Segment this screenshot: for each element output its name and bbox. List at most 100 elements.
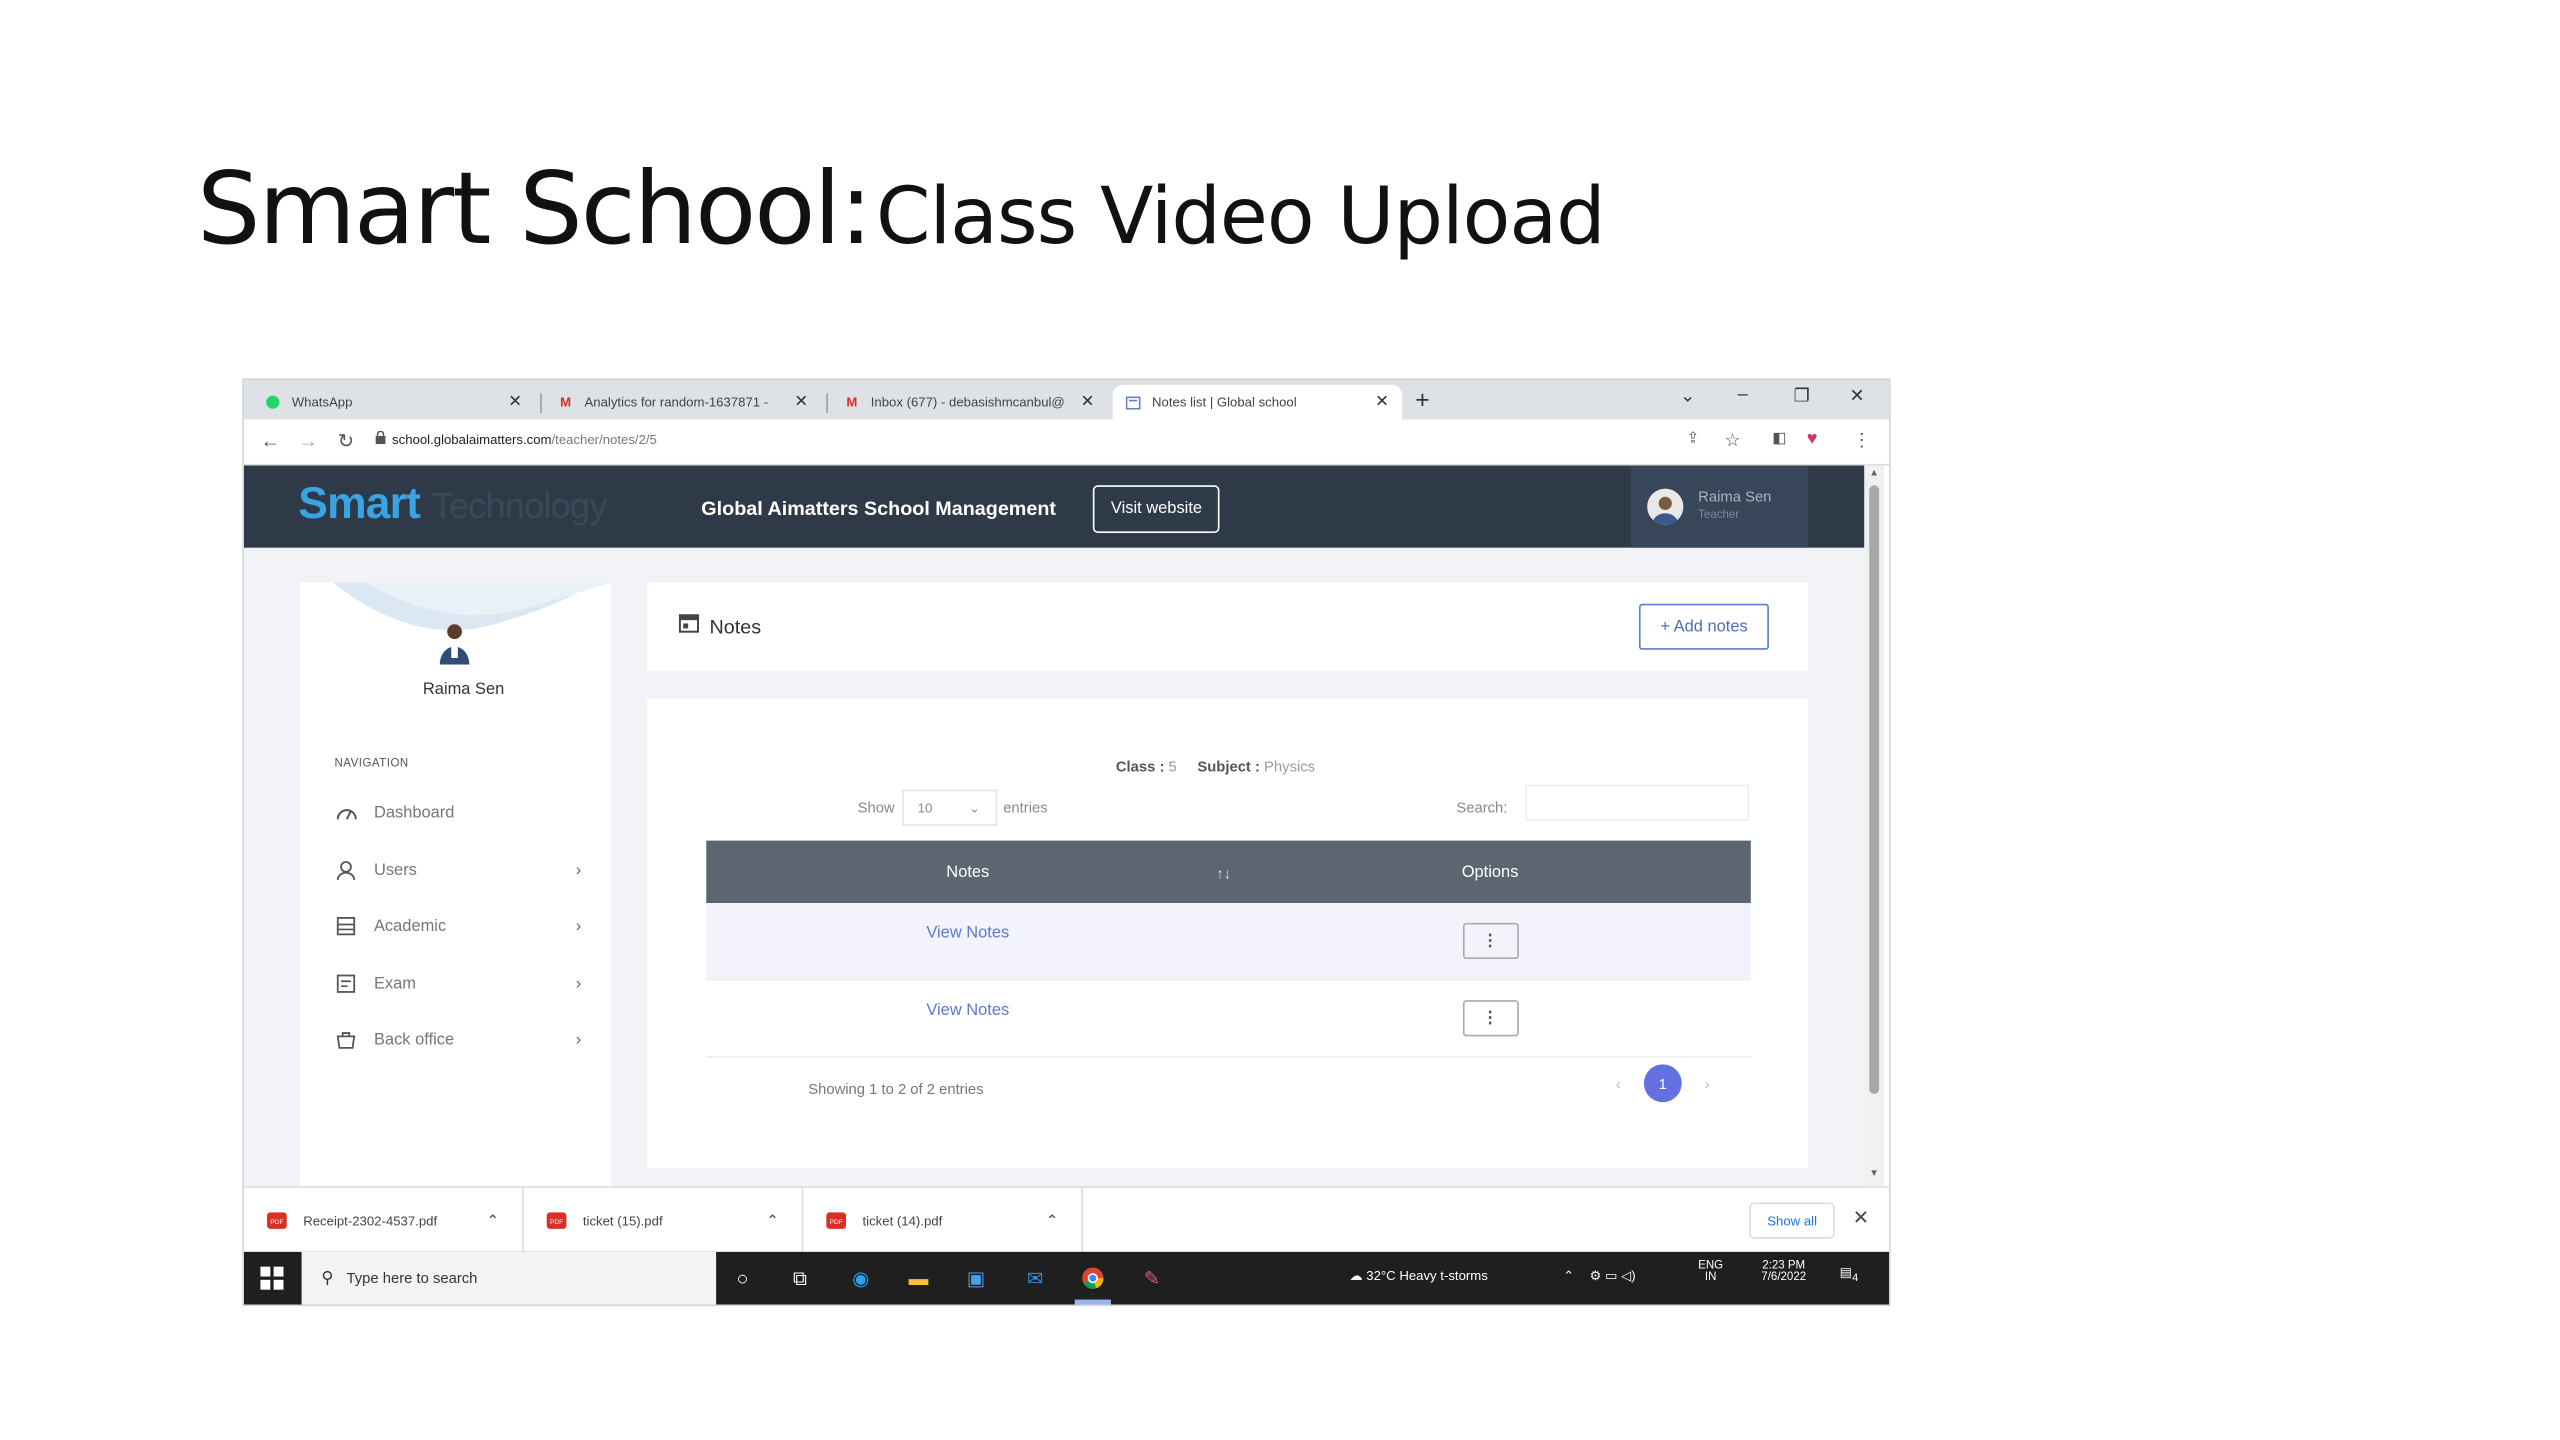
side-panel-icon[interactable]: ◧ — [1772, 429, 1786, 447]
profile-avatar-icon — [439, 624, 470, 665]
pdf-file-icon: PDF — [826, 1212, 847, 1229]
sort-icon[interactable]: ↑↓ — [1216, 864, 1231, 880]
sidebar-item-label: Exam — [373, 974, 417, 993]
reload-icon[interactable]: ↻ — [338, 429, 355, 452]
chevron-right-icon: › — [575, 974, 582, 993]
sidebar-item-academic[interactable]: Academic › — [334, 913, 581, 939]
notes-table-card: Class : 5 Subject : Physics Show 10 ⌄ en… — [647, 699, 1809, 1168]
tab-close-icon[interactable]: ✕ — [794, 393, 808, 411]
sidebar-item-back-office[interactable]: Back office › — [334, 1026, 581, 1052]
header-user-role: Teacher — [1698, 509, 1740, 522]
cortana-icon[interactable]: ○ — [729, 1265, 755, 1291]
download-item[interactable]: PDF Receipt-2302-4537.pdf ⌃ — [244, 1187, 524, 1254]
back-icon[interactable]: ← — [260, 429, 280, 452]
minimize-icon[interactable]: – — [1738, 385, 1748, 405]
browser-tab[interactable]: WhatsApp ✕ — [252, 385, 535, 420]
page-length-control: Show 10 ⌄ entries — [857, 789, 1048, 826]
browser-tab-strip: WhatsApp ✕ M Analytics for random-163787… — [244, 380, 1889, 420]
user-menu[interactable]: Raima Sen Teacher — [1630, 465, 1809, 548]
chevron-up-icon[interactable]: ⌃ — [487, 1212, 499, 1230]
extension-heart-icon[interactable]: ♥ — [1807, 429, 1818, 449]
share-icon[interactable]: ⇪ — [1687, 429, 1699, 447]
weather-status[interactable]: ☁ 32°C Heavy t-storms — [1349, 1268, 1487, 1283]
show-all-downloads-button[interactable]: Show all — [1749, 1202, 1836, 1239]
page-button-active[interactable]: 1 — [1643, 1064, 1682, 1103]
column-header-notes[interactable]: Notes ↑↓ — [706, 863, 1231, 881]
clock[interactable]: 2:23 PM 7/6/2022 — [1751, 1260, 1817, 1283]
page-title: Notes — [709, 615, 762, 639]
page-scrollbar[interactable]: ▲ ▼ — [1864, 465, 1885, 1187]
table-row: View Notes ⋮ — [706, 980, 1751, 1058]
language-indicator[interactable]: ENG IN — [1698, 1260, 1723, 1283]
page-icon — [1125, 395, 1141, 410]
show-label: Show — [857, 799, 895, 816]
tab-label: WhatsApp — [291, 394, 353, 410]
downloads-bar: PDF Receipt-2302-4537.pdf ⌃ PDF ticket (… — [244, 1186, 1889, 1254]
new-tab-button[interactable]: + — [1415, 387, 1429, 415]
restore-icon[interactable]: ❐ — [1794, 385, 1810, 407]
tab-search-chevron-icon[interactable]: ⌄ — [1680, 385, 1695, 407]
sidebar-item-dashboard[interactable]: Dashboard — [334, 799, 581, 825]
file-explorer-icon[interactable]: ▬ — [905, 1265, 931, 1291]
browser-tab[interactable]: M Analytics for random-1637871 - ✕ — [545, 385, 821, 420]
chevron-right-icon: › — [575, 917, 582, 936]
row-options-button[interactable]: ⋮ — [1462, 1000, 1519, 1037]
app-header: Smart Technology Global Aimatters School… — [244, 465, 1865, 548]
download-filename: ticket (15).pdf — [582, 1213, 663, 1228]
scrollbar-thumb[interactable] — [1869, 485, 1880, 1094]
search-input[interactable] — [1525, 784, 1750, 821]
notification-center-icon[interactable]: ▤4 — [1840, 1265, 1859, 1284]
forward-icon[interactable]: → — [298, 429, 318, 452]
more-vertical-icon: ⋮ — [1481, 931, 1499, 950]
bookmark-star-icon[interactable]: ☆ — [1725, 429, 1741, 451]
close-downloads-icon[interactable]: ✕ — [1853, 1206, 1870, 1229]
task-view-icon[interactable]: ⧉ — [787, 1265, 813, 1291]
sidebar-item-exam[interactable]: Exam › — [334, 971, 581, 997]
url-field[interactable]: school.globalaimatters.com/teacher/notes… — [392, 433, 657, 448]
system-tray-icons[interactable]: ⚙ ▭ ◁) — [1590, 1268, 1636, 1283]
sidebar-item-label: Dashboard — [373, 803, 455, 822]
tab-close-icon[interactable]: ✕ — [508, 393, 522, 411]
view-notes-link[interactable]: View Notes — [706, 924, 1229, 942]
chevron-up-icon[interactable]: ⌃ — [1046, 1212, 1058, 1230]
add-notes-button[interactable]: + Add notes — [1638, 603, 1770, 650]
backoffice-icon — [334, 1028, 357, 1051]
tab-label: Inbox (677) - debasishmcanbul@ — [870, 394, 1065, 410]
tab-separator — [826, 393, 828, 413]
class-subject-info: Class : 5 Subject : Physics — [1115, 758, 1316, 775]
view-notes-link[interactable]: View Notes — [706, 1001, 1229, 1019]
user-icon — [334, 859, 357, 882]
download-item[interactable]: PDF ticket (15).pdf ⌃ — [524, 1187, 804, 1254]
taskbar-search-input[interactable]: ⚲ Type here to search — [301, 1251, 717, 1305]
paint-app-icon[interactable]: ✎ — [1139, 1265, 1165, 1291]
edge-icon[interactable]: ◉ — [848, 1265, 874, 1291]
scroll-down-icon[interactable]: ▼ — [1869, 1170, 1879, 1180]
row-options-button[interactable]: ⋮ — [1462, 922, 1519, 960]
sidebar: Raima Sen NAVIGATION Dashboard Users › A… — [299, 582, 611, 1187]
tab-close-icon[interactable]: ✕ — [1375, 393, 1389, 411]
header-user-name: Raima Sen — [1698, 488, 1772, 506]
scroll-up-icon[interactable]: ▲ — [1869, 469, 1879, 479]
tab-close-icon[interactable]: ✕ — [1081, 393, 1095, 411]
browser-tab[interactable]: M Inbox (677) - debasishmcanbul@ ✕ — [831, 385, 1107, 420]
sidebar-item-label: Users — [373, 861, 417, 880]
browser-tab-active[interactable]: Notes list | Global school ✕ — [1112, 384, 1403, 420]
pdf-file-icon: PDF — [546, 1212, 567, 1229]
app-logo[interactable]: Smart Technology — [298, 479, 607, 530]
close-window-icon[interactable]: ✕ — [1850, 385, 1865, 407]
slide-title: Smart School: Class Video Upload — [197, 150, 1606, 267]
browser-menu-icon[interactable]: ⋮ — [1853, 429, 1871, 451]
tray-expand-icon[interactable]: ⌃ — [1563, 1268, 1574, 1283]
chrome-icon[interactable] — [1080, 1265, 1106, 1291]
entries-select[interactable]: 10 ⌄ — [901, 789, 997, 826]
chevron-up-icon[interactable]: ⌃ — [766, 1212, 778, 1230]
store-icon[interactable]: ▣ — [963, 1265, 989, 1291]
sidebar-item-users[interactable]: Users › — [334, 857, 581, 883]
chevron-right-icon: › — [575, 1030, 582, 1049]
visit-website-button[interactable]: Visit website — [1092, 485, 1221, 533]
previous-page-icon[interactable]: ‹ — [1616, 1075, 1621, 1091]
mail-icon[interactable]: ✉ — [1022, 1265, 1048, 1291]
download-item[interactable]: PDF ticket (14).pdf ⌃ — [803, 1187, 1083, 1254]
next-page-icon[interactable]: › — [1705, 1075, 1710, 1091]
windows-start-icon[interactable] — [260, 1266, 284, 1290]
